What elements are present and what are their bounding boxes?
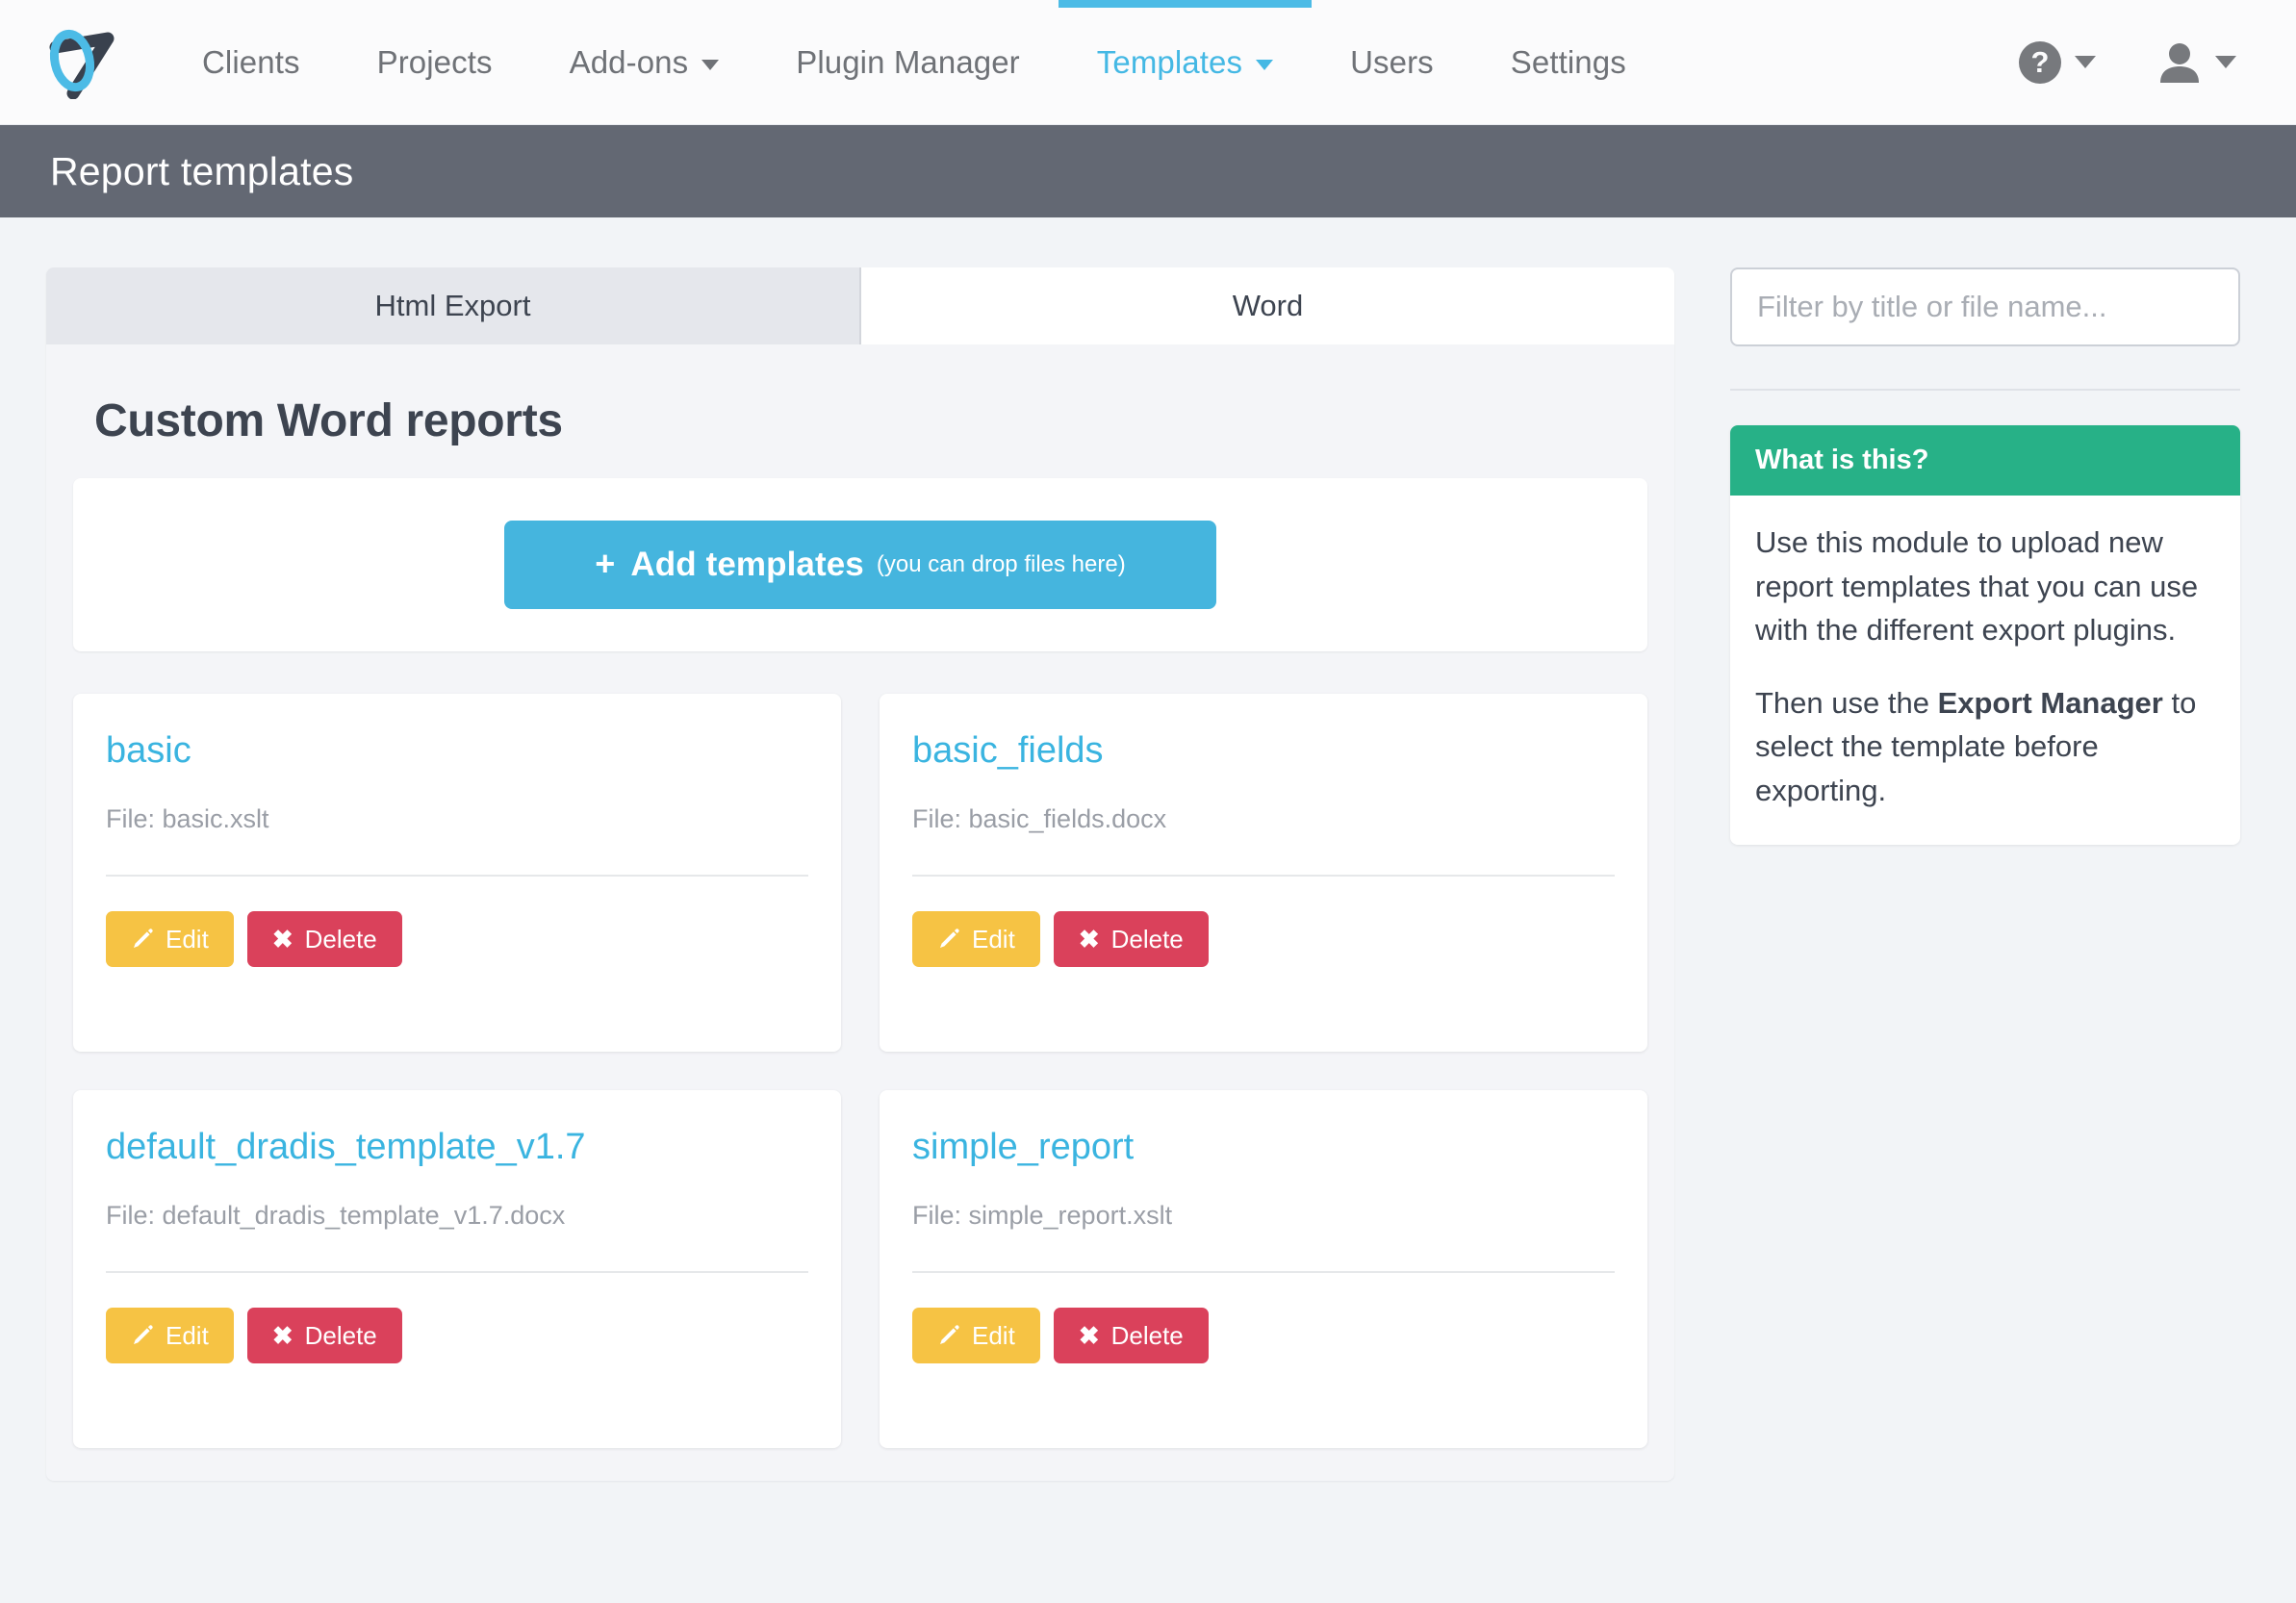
template-card: simple_report File: simple_report.xslt E… [880, 1090, 1647, 1448]
nav-label-settings: Settings [1510, 43, 1626, 80]
template-title-link[interactable]: basic_fields [912, 730, 1615, 772]
chevron-down-icon [2075, 56, 2096, 68]
card-divider [106, 1271, 808, 1273]
delete-button[interactable]: ✖ Delete [1053, 911, 1209, 967]
help-menu[interactable]: ? [2019, 40, 2096, 84]
nav-item-add-ons[interactable]: Add-ons [531, 0, 758, 124]
page-title: Report templates [50, 148, 354, 193]
main-content-panel: Html Export Word Custom Word reports + A… [46, 267, 1674, 1481]
template-card-actions: Edit ✖ Delete [912, 911, 1615, 967]
add-templates-hint: (you can drop files here) [876, 551, 1126, 577]
what-is-this-panel: What is this? Use this module to upload … [1730, 425, 2240, 846]
nav-item-projects[interactable]: Projects [339, 0, 531, 124]
tab-label-html-export: Html Export [374, 289, 531, 322]
nav-item-plugin-manager[interactable]: Plugin Manager [757, 0, 1059, 124]
card-divider [912, 1271, 1615, 1273]
sidebar-divider [1730, 389, 2240, 391]
delete-label: Delete [304, 925, 377, 954]
what-is-this-title: What is this? [1730, 425, 2240, 496]
filter-input[interactable] [1730, 267, 2240, 346]
nav-item-clients[interactable]: Clients [164, 0, 339, 124]
export-manager-emphasis: Export Manager [1937, 685, 2163, 720]
edit-label: Edit [166, 1321, 209, 1350]
chevron-down-icon [702, 60, 720, 70]
close-icon: ✖ [1078, 925, 1100, 954]
help-paragraph-2-before: Then use the [1755, 685, 1938, 720]
delete-label: Delete [304, 1321, 377, 1350]
template-card: default_dradis_template_v1.7 File: defau… [73, 1090, 841, 1448]
help-paragraph-2: Then use the Export Manager to select th… [1755, 681, 2215, 813]
template-file-name: File: basic.xslt [106, 804, 269, 833]
chevron-down-icon [2215, 56, 2236, 68]
nav-label-templates: Templates [1096, 43, 1243, 80]
template-file-name: File: basic_fields.docx [912, 804, 1167, 833]
help-circle-icon: ? [2019, 40, 2061, 84]
chevron-down-icon [1256, 60, 1274, 70]
nav-item-templates[interactable]: Templates [1058, 0, 1313, 124]
app-logo[interactable] [0, 26, 164, 99]
template-title-link[interactable]: simple_report [912, 1127, 1615, 1168]
card-divider [912, 875, 1615, 877]
help-paragraph-1: Use this module to upload new report tem… [1755, 525, 2199, 648]
template-file-name: File: simple_report.xslt [912, 1201, 1173, 1230]
main-nav-links: Clients Projects Add-ons Plugin Manager … [164, 0, 1665, 124]
close-icon: ✖ [271, 925, 293, 954]
delete-button[interactable]: ✖ Delete [1053, 1308, 1209, 1363]
template-card-actions: Edit ✖ Delete [912, 1308, 1615, 1363]
template-card: basic_fields File: basic_fields.docx Edi… [880, 694, 1647, 1052]
nav-label-clients: Clients [202, 43, 300, 80]
close-icon: ✖ [1078, 1321, 1100, 1350]
close-icon: ✖ [271, 1321, 293, 1350]
add-templates-label: Add templates [630, 546, 864, 583]
template-title-link[interactable]: default_dradis_template_v1.7 [106, 1127, 808, 1168]
edit-label: Edit [972, 1321, 1015, 1350]
tab-label-word: Word [1232, 289, 1304, 322]
nav-label-users: Users [1350, 43, 1434, 80]
section-title: Custom Word reports [94, 395, 563, 446]
edit-label: Edit [166, 925, 209, 954]
card-divider [106, 875, 808, 877]
edit-button[interactable]: Edit [912, 911, 1040, 967]
template-file-name: File: default_dradis_template_v1.7.docx [106, 1201, 566, 1230]
user-avatar-icon [2160, 42, 2199, 83]
pencil-icon [940, 929, 959, 948]
tab-word[interactable]: Word [859, 267, 1674, 344]
nav-item-users[interactable]: Users [1312, 0, 1472, 124]
account-menu[interactable] [2157, 42, 2236, 83]
nav-label-add-ons: Add-ons [569, 43, 689, 80]
page-body: Html Export Word Custom Word reports + A… [0, 217, 2296, 1481]
edit-label: Edit [972, 925, 1015, 954]
export-type-tabs: Html Export Word [46, 267, 1674, 344]
edit-button[interactable]: Edit [106, 911, 234, 967]
template-card: basic File: basic.xslt Edit ✖ Delete [73, 694, 841, 1052]
delete-label: Delete [1110, 925, 1184, 954]
page-header-bar: Report templates [0, 125, 2296, 217]
edit-button[interactable]: Edit [912, 1308, 1040, 1363]
what-is-this-body: Use this module to upload new report tem… [1730, 496, 2240, 845]
template-title-link[interactable]: basic [106, 730, 808, 772]
tab-html-export[interactable]: Html Export [46, 267, 859, 344]
plus-icon: + [595, 544, 616, 583]
nav-item-settings[interactable]: Settings [1472, 0, 1665, 124]
pencil-icon [134, 1325, 153, 1344]
template-card-actions: Edit ✖ Delete [106, 1308, 808, 1363]
delete-button[interactable]: ✖ Delete [246, 1308, 402, 1363]
pencil-icon [134, 929, 153, 948]
edit-button[interactable]: Edit [106, 1308, 234, 1363]
nav-label-plugin-manager: Plugin Manager [796, 43, 1020, 80]
dradis-logo-icon [49, 29, 115, 99]
main-inner: Custom Word reports + Add templates (you… [46, 394, 1674, 1448]
template-card-grid: basic File: basic.xslt Edit ✖ Delete bas… [73, 694, 1647, 1448]
template-card-actions: Edit ✖ Delete [106, 911, 808, 967]
template-dropzone[interactable]: + Add templates (you can drop files here… [73, 478, 1647, 651]
delete-label: Delete [1110, 1321, 1184, 1350]
nav-right-group: ? [2019, 40, 2296, 84]
delete-button[interactable]: ✖ Delete [246, 911, 402, 967]
add-templates-button[interactable]: + Add templates (you can drop files here… [504, 521, 1216, 609]
top-navigation-bar: Clients Projects Add-ons Plugin Manager … [0, 0, 2296, 125]
sidebar: What is this? Use this module to upload … [1730, 267, 2240, 846]
pencil-icon [940, 1325, 959, 1344]
nav-label-projects: Projects [376, 43, 493, 80]
